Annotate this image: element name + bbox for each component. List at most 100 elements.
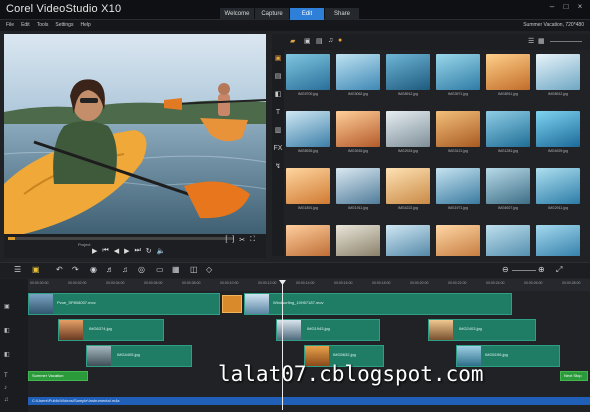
zoom-in-icon[interactable]: ⊕ xyxy=(538,265,545,274)
split-icon[interactable]: ✂ xyxy=(239,236,245,244)
record-icon[interactable]: ◉ xyxy=(90,265,97,274)
volume-icon[interactable]: 🔈 xyxy=(157,247,166,255)
image-filter-icon[interactable]: ▤ xyxy=(316,37,323,45)
menu-tools[interactable]: Tools xyxy=(37,21,49,30)
prev-frame-icon[interactable]: ◀ xyxy=(114,247,119,255)
storyboard-view-icon[interactable]: ☰ xyxy=(14,265,21,274)
zoom-out-icon[interactable]: ⊖ xyxy=(502,265,509,274)
close-icon[interactable]: × xyxy=(574,2,586,12)
repeat-icon[interactable]: ↻ xyxy=(146,247,152,255)
video-track-icon[interactable]: ▣ xyxy=(4,303,10,310)
menu-edit[interactable]: Edit xyxy=(21,21,30,30)
thumbnail-size-slider[interactable] xyxy=(550,41,582,42)
instant-project-icon[interactable]: ▤ xyxy=(272,68,284,86)
resize-icon[interactable]: ⛶ xyxy=(250,236,255,244)
menu-file[interactable]: File xyxy=(6,21,14,30)
library-thumbnail[interactable]: IMG2111.jpg xyxy=(536,225,580,256)
clip-thumbnail xyxy=(87,346,111,366)
library-thumbnail[interactable]: IMG6927.jpg xyxy=(486,168,530,210)
media-icon[interactable]: ▣ xyxy=(272,50,284,68)
library-thumbnail[interactable]: IMG3971.jpg xyxy=(436,54,480,96)
graphic-icon[interactable]: ▥ xyxy=(272,122,284,140)
list-view-icon[interactable]: ☰ xyxy=(528,37,534,45)
filter-icon[interactable]: FX xyxy=(272,140,284,158)
overlay-track-1-icon[interactable]: ◧ xyxy=(4,327,10,334)
library-thumbnail[interactable]: IMG3062.jpg xyxy=(336,54,380,96)
library-thumbnail[interactable]: IMG2911.jpg xyxy=(536,168,580,210)
tab-welcome[interactable]: Welcome xyxy=(220,8,254,20)
library-thumbnail[interactable]: IMG2924.jpg xyxy=(386,111,430,153)
path-icon[interactable]: ↯ xyxy=(272,158,284,176)
library-thumbnail[interactable]: IMG3131.jpg xyxy=(336,225,380,256)
library-thumbnail[interactable]: IMG8912.jpg xyxy=(536,54,580,96)
video-filter-icon[interactable]: ▣ xyxy=(304,37,311,45)
music-clip[interactable]: C:\Users\Public\Videos\Sample\Instrument… xyxy=(28,397,590,405)
motion-tracking-icon[interactable]: ◎ xyxy=(138,265,145,274)
tab-capture[interactable]: Capture xyxy=(255,8,289,20)
subtitle-icon[interactable]: ▭ xyxy=(156,265,164,274)
multicam-icon[interactable]: ▦ xyxy=(172,265,180,274)
menu-help[interactable]: Help xyxy=(80,21,90,30)
transition-clip[interactable] xyxy=(222,295,242,313)
play-icon[interactable]: ▶ xyxy=(92,247,97,255)
mark-out-icon[interactable]: ] xyxy=(232,236,234,244)
scrubber[interactable] xyxy=(8,237,234,240)
next-frame-icon[interactable]: ▶ xyxy=(124,247,129,255)
undo-icon[interactable]: ↶ xyxy=(56,265,63,274)
library-thumbnail[interactable]: IMG4929.jpg xyxy=(536,111,580,153)
import-icon[interactable]: ● xyxy=(338,37,342,44)
overlay-clip-1[interactable]: IMG6374.jpg xyxy=(58,319,164,341)
library-thumbnail[interactable]: IMG1611.jpg xyxy=(286,225,330,256)
transition-icon[interactable]: ◧ xyxy=(272,86,284,104)
library-thumbnail[interactable]: IMG9700.jpg xyxy=(286,54,330,96)
tab-edit[interactable]: Edit xyxy=(290,8,324,20)
audio-filter-icon[interactable]: ♫ xyxy=(328,37,333,44)
library-thumbnail[interactable]: IMG3121.jpg xyxy=(386,225,430,256)
maximize-icon[interactable]: □ xyxy=(560,2,572,12)
mask-icon[interactable]: ◇ xyxy=(206,265,212,274)
voice-track-icon[interactable]: ♪ xyxy=(4,385,7,391)
library-thumbnail[interactable]: IMG1941.jpg xyxy=(486,225,530,256)
video-clip-2[interactable]: Windsurfing_10H57187.mov xyxy=(244,293,512,315)
preview-window[interactable] xyxy=(4,34,266,234)
timeline-ruler[interactable]: 00:00:00:00 00:00:02:00 00:00:04:00 00:00:0… xyxy=(28,279,590,291)
grid-view-icon[interactable]: ▦ xyxy=(538,37,545,45)
end-icon[interactable]: ⏭ xyxy=(134,247,140,255)
folder-icon[interactable]: ▰ xyxy=(290,37,295,45)
library-thumbnail[interactable]: IMG1281.jpg xyxy=(486,111,530,153)
tab-share[interactable]: Share xyxy=(325,8,359,20)
playhead[interactable] xyxy=(282,280,283,410)
mark-in-icon[interactable]: [ xyxy=(225,236,227,244)
library-thumbnail[interactable]: IMG3121.jpg xyxy=(436,111,480,153)
music-track-icon[interactable]: ♫ xyxy=(4,397,9,403)
library-thumbnail[interactable]: IMG1971.jpg xyxy=(436,168,480,210)
library-thumbnail[interactable]: IMG8911.jpg xyxy=(486,54,530,96)
home-icon[interactable]: ⏮ xyxy=(102,247,108,255)
library-thumbnail[interactable]: IMG1891.jpg xyxy=(286,168,330,210)
menu-settings[interactable]: Settings xyxy=(55,21,73,30)
overlay-clip-2[interactable]: IMG1943.jpg xyxy=(276,319,380,341)
library-thumbnail[interactable]: IMG2111.jpg xyxy=(436,225,480,256)
library-thumbnail[interactable]: IMG8926.jpg xyxy=(286,111,330,153)
title-clip-1[interactable]: Summer Vacation xyxy=(28,371,88,381)
redo-icon[interactable]: ↷ xyxy=(72,265,79,274)
overlay-track-2-icon[interactable]: ◧ xyxy=(4,351,10,358)
library-thumbnail[interactable]: IMG8912.jpg xyxy=(386,54,430,96)
title-track-icon[interactable]: T xyxy=(4,373,8,379)
timeline-view-icon[interactable]: ▣ xyxy=(32,265,40,274)
library-thumbnail[interactable]: IMG3916.jpg xyxy=(336,111,380,153)
minimize-icon[interactable]: – xyxy=(546,2,558,12)
fit-project-icon[interactable]: ⤢ xyxy=(556,265,562,275)
title-clip-2[interactable]: Next Stop xyxy=(560,371,588,381)
split-screen-icon[interactable]: ◫ xyxy=(190,265,198,274)
title-icon[interactable]: T xyxy=(272,104,284,122)
library-thumbnail[interactable]: IMG1911.jpg xyxy=(336,168,380,210)
auto-music-icon[interactable]: ♫ xyxy=(122,265,128,274)
sound-mixer-icon[interactable]: ♬ xyxy=(106,265,114,274)
overlay2-clip-1[interactable]: IMG4405.jpg xyxy=(86,345,192,367)
project-label[interactable]: Project xyxy=(78,242,90,247)
video-clip-1[interactable]: Pvue_SP808007.mov xyxy=(28,293,220,315)
zoom-slider[interactable] xyxy=(512,270,536,271)
overlay-clip-3[interactable]: IMG2403.jpg xyxy=(428,319,536,341)
library-thumbnail[interactable]: IMG4222.jpg xyxy=(386,168,430,210)
